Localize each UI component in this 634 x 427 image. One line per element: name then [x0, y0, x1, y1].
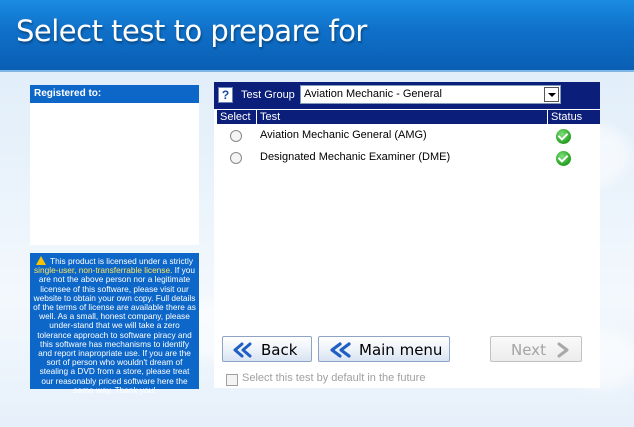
next-button[interactable]: Next: [490, 336, 582, 362]
test-group-dropdown[interactable]: Aviation Mechanic - General: [300, 85, 561, 104]
test-radio-button[interactable]: [230, 152, 242, 164]
back-button[interactable]: Back: [222, 336, 312, 362]
warning-icon: [36, 256, 47, 265]
double-arrow-left-icon: [233, 342, 252, 358]
test-group-bar: ? Test Group Aviation Mechanic - General: [214, 82, 600, 109]
column-select: Select: [220, 111, 251, 123]
default-test-checkbox[interactable]: [226, 374, 238, 386]
table-row[interactable]: Designated Mechanic Examiner (DME): [214, 148, 600, 170]
status-ok-icon: [556, 129, 571, 144]
test-selection-panel: ? Test Group Aviation Mechanic - General…: [214, 82, 600, 388]
next-button-label: Next: [511, 341, 546, 359]
test-table-header: Select Test Status: [217, 110, 600, 124]
test-group-selected: Aviation Mechanic - General: [304, 88, 442, 100]
table-row[interactable]: Aviation Mechanic General (AMG): [214, 126, 600, 148]
default-test-label: Select this test by default in the futur…: [242, 372, 426, 384]
help-icon[interactable]: ?: [218, 87, 233, 103]
page-title: Select test to prepare for: [16, 14, 367, 48]
arrow-right-icon: [557, 342, 569, 358]
license-notice: This product is licensed under a strictl…: [30, 253, 199, 394]
license-text-2: If you are not the above person nor a le…: [33, 265, 196, 395]
header-banner: Select test to prepare for: [0, 0, 634, 72]
test-group-label: Test Group: [241, 89, 295, 101]
main-menu-button[interactable]: Main menu: [318, 336, 450, 362]
column-test: Test: [256, 110, 280, 124]
status-ok-icon: [556, 151, 571, 166]
back-button-label: Back: [261, 341, 298, 359]
column-status: Status: [547, 110, 582, 124]
double-arrow-left-icon: [330, 342, 351, 358]
test-name: Aviation Mechanic General (AMG): [260, 129, 427, 141]
chevron-down-icon[interactable]: [544, 87, 559, 102]
test-name: Designated Mechanic Examiner (DME): [260, 151, 451, 163]
test-radio-button[interactable]: [230, 130, 242, 142]
registration-panel: Registered to:: [30, 85, 199, 245]
registration-title: Registered to:: [30, 85, 199, 103]
main-menu-button-label: Main menu: [359, 341, 443, 359]
